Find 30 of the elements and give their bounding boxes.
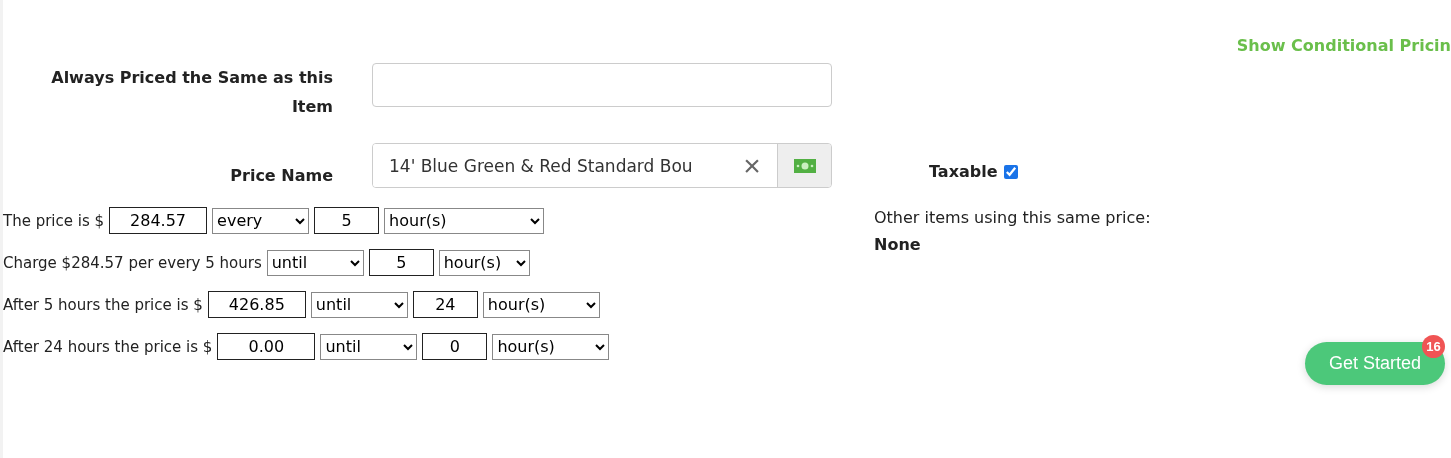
price-input[interactable]: 426.85 — [207, 291, 306, 318]
mode-select[interactable]: every — [212, 207, 310, 234]
unit-select[interactable]: hour(s) — [482, 291, 600, 318]
pricing-rule-text: The price is $ — [3, 211, 105, 230]
other-items-value: None — [874, 235, 922, 254]
taxable-checkbox[interactable] — [1003, 164, 1018, 179]
mode-select[interactable]: until — [266, 249, 364, 276]
pricing-rule-text: After 5 hours the price is $ — [3, 295, 203, 314]
mode-select[interactable]: until — [310, 291, 408, 318]
unit-select[interactable]: hour(s) — [384, 207, 545, 234]
price-input[interactable]: 284.57 — [109, 207, 208, 234]
amount-input[interactable]: 0 — [422, 333, 488, 360]
other-items-label: Other items using this same price: — [874, 208, 1151, 227]
amount-input[interactable]: 5 — [368, 249, 434, 276]
unit-select[interactable]: hour(s) — [438, 249, 530, 276]
amount-input[interactable]: 5 — [314, 207, 380, 234]
unit-select[interactable]: hour(s) — [492, 333, 610, 360]
pricing-rule-text: After 24 hours the price is $ — [3, 337, 213, 356]
price-name-field[interactable]: 14' Blue Green & Red Standard Bou × — [372, 143, 832, 188]
notification-badge: 16 — [1422, 335, 1445, 358]
banknote-icon — [793, 158, 816, 173]
money-button[interactable] — [777, 144, 831, 187]
input-field[interactable] — [372, 63, 832, 107]
pricing-rule-text: Charge $284.57 per every 5 hours — [3, 253, 262, 272]
field-label: Always Priced the Same as this Item — [50, 67, 333, 118]
amount-input[interactable]: 24 — [412, 291, 478, 318]
mode-select[interactable]: until — [320, 333, 418, 360]
field-label: Price Name — [229, 165, 333, 187]
price-input[interactable]: 0.00 — [217, 333, 316, 360]
taxable-label: Taxable — [929, 161, 998, 183]
